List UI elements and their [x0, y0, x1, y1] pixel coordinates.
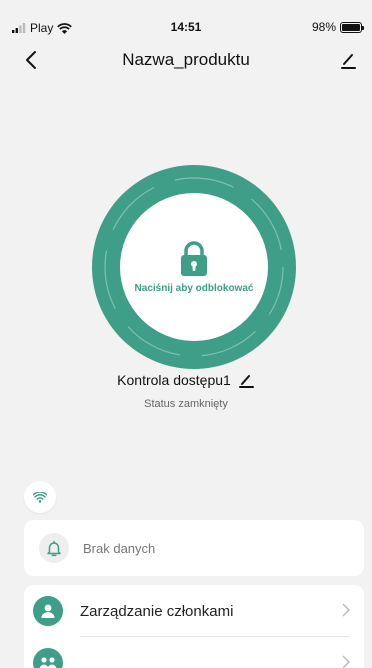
device-name-row: Kontrola dostępu1: [0, 371, 372, 389]
unlock-button[interactable]: Naciśnij aby odblokować: [120, 193, 268, 341]
chevron-right-icon: [342, 655, 350, 668]
battery-icon: [340, 21, 364, 33]
lock-icon: [181, 240, 207, 276]
nav-bar: Nazwa_produktu: [0, 42, 372, 80]
wifi-status-button[interactable]: [24, 481, 56, 513]
user-icon: [41, 604, 55, 618]
event-log-row[interactable]: Brak danych: [24, 520, 364, 576]
menu-card: Zarządzanie członkami: [24, 585, 364, 668]
unlock-control: Naciśnij aby odblokować: [92, 165, 296, 369]
battery-percent: 98%: [311, 20, 336, 34]
edit-name-button[interactable]: [336, 48, 360, 72]
edit-icon: [341, 54, 356, 69]
menu-item-members[interactable]: Zarządzanie członkami: [24, 585, 364, 637]
unlock-label: Naciśnij aby odblokować: [134, 282, 254, 294]
battery-fill: [342, 23, 360, 31]
wifi-chip-icon: [33, 491, 47, 503]
second-icon-wrap: [33, 648, 63, 668]
device-status: Status zamknięty: [144, 398, 228, 410]
menu-item-label: Zarządzanie członkami: [80, 602, 234, 620]
menu-item-second[interactable]: [24, 637, 364, 668]
status-bar: Play 14:51 98%: [0, 0, 372, 38]
event-log-card[interactable]: Brak danych: [24, 520, 364, 576]
status-right: 98%: [311, 20, 364, 34]
rename-device-icon[interactable]: [237, 371, 255, 389]
chevron-right-icon: [342, 603, 350, 617]
member-icon-wrap: [33, 596, 63, 626]
bell-icon: [47, 540, 61, 556]
page-title: Nazwa_produktu: [122, 50, 250, 69]
event-log-label: Brak danych: [83, 540, 156, 556]
users-icon: [39, 657, 57, 668]
bell-icon-wrap: [39, 533, 69, 563]
device-name: Kontrola dostępu1: [117, 372, 231, 388]
